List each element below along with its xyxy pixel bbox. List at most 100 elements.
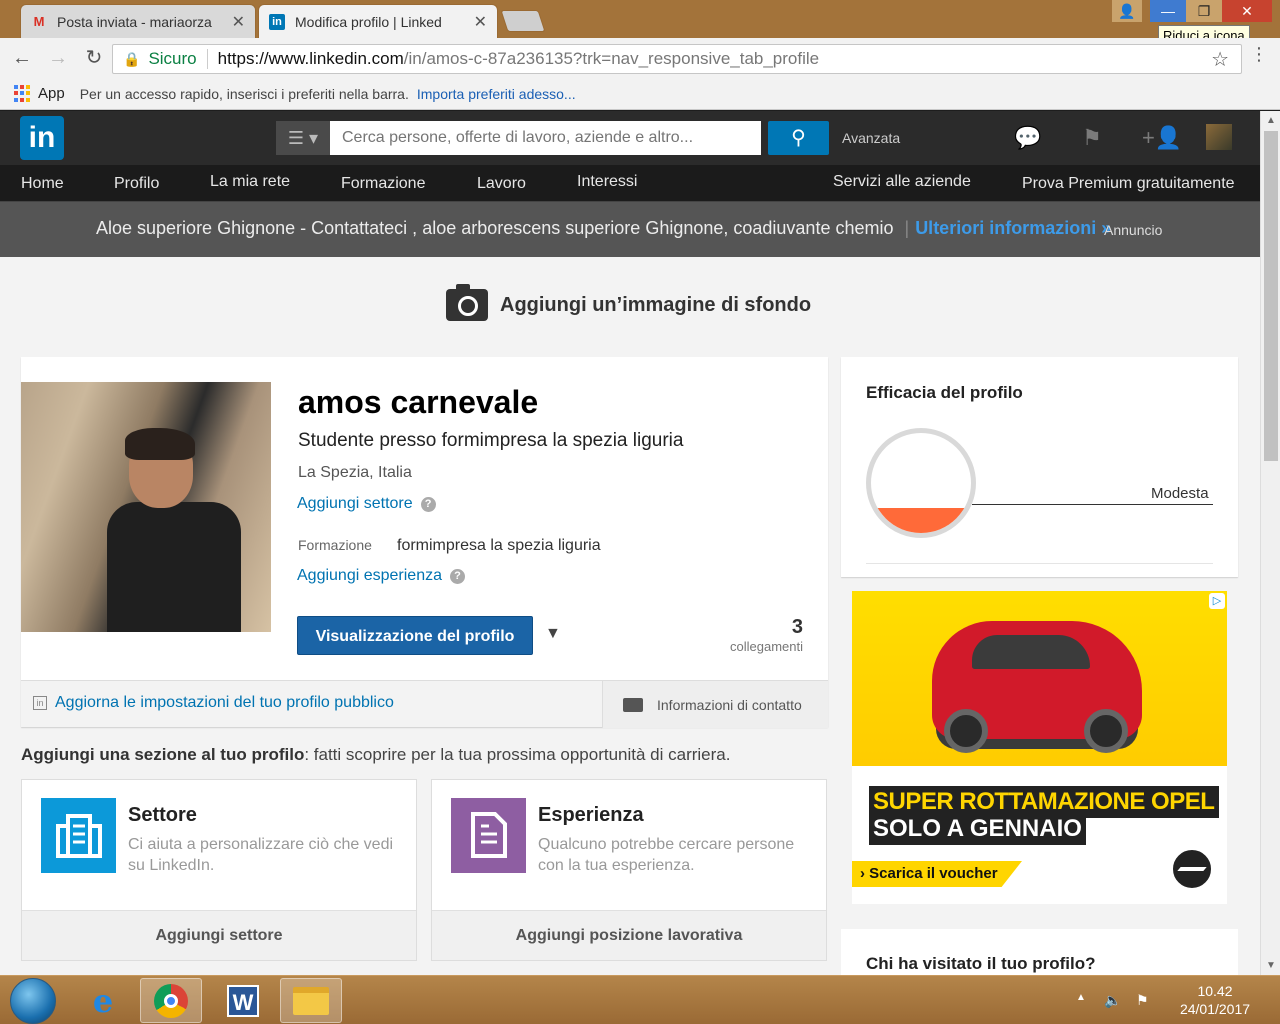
scroll-down-icon[interactable]: ▼ [1266,960,1276,971]
connections-count[interactable]: 3 collegamenti [721,616,803,654]
ad-more-info-link[interactable]: Ulteriori informazioni » [915,218,1111,238]
nav-home[interactable]: Home [21,175,64,193]
new-tab-button[interactable] [500,10,546,32]
profile-strength-title: Efficacia del profilo [866,383,1023,402]
back-icon[interactable]: ← [10,46,34,70]
close-tab-icon[interactable]: ✕ [474,12,487,32]
profile-strength-gauge[interactable] [866,428,976,538]
search-category-menu[interactable]: ☰ ▾ [276,121,330,155]
nav-learning[interactable]: Formazione [341,175,425,193]
add-background-label: Aggiungi un’immagine di sfondo [500,293,812,316]
nav-try-premium[interactable]: Prova Premium gratuitamente [1022,175,1235,193]
apps-grid-icon[interactable] [14,84,32,103]
contact-info-button[interactable]: Informazioni di contatto [602,681,828,728]
bookmarks-hint: Per un accesso rapido, inserisci i prefe… [79,85,409,102]
building-icon [41,798,116,873]
import-bookmarks-link[interactable]: Importa preferiti adesso... [417,86,576,102]
volume-icon[interactable]: 🔈 [1104,992,1121,1009]
ad-voucher-button[interactable]: › Scarica il voucher [852,861,1022,887]
education-label: Formazione [298,537,372,553]
clock-date: 24/01/2017 [1179,1001,1251,1017]
sponsored-text-ad: Aloe superiore Ghignone - Contattateci ,… [0,201,1260,257]
ad-subheadline: SOLO A GENNAIO [869,813,1086,845]
contact-info-label: Informazioni di contatto [657,696,802,713]
nav-business-services[interactable]: Servizi alle aziende [833,173,971,191]
industry-suggestion-card: Settore Ci aiuta a personalizzare ciò ch… [21,779,417,961]
browser-tab-strip: M Posta inviata - mariaorza ✕ in Modific… [0,0,1280,38]
close-tab-icon[interactable]: ✕ [232,12,245,32]
profile-headline[interactable]: Studente presso formimpresa la spezia li… [298,430,683,452]
linkedin-icon: in [269,13,285,30]
profile-name[interactable]: amos carnevale [298,384,538,421]
add-background-image-button[interactable]: Aggiungi un’immagine di sfondo [446,284,812,321]
profile-visitors-title[interactable]: Chi ha visitato il tuo profilo? [866,954,1096,974]
profile-card-footer: in Aggiorna le impostazioni del tuo prof… [21,680,828,728]
ad-text[interactable]: Aloe superiore Ghignone - Contattateci ,… [96,218,1111,239]
divider [206,49,208,69]
forward-icon[interactable]: → [46,46,70,70]
minimize-button[interactable]: — [1150,0,1186,22]
address-bar[interactable]: 🔒 Sicuro https://www.linkedin.com /in/am… [112,44,1242,74]
ad-copy: Aloe superiore Ghignone - Contattateci ,… [96,218,894,238]
gauge-leader-line [972,504,1213,505]
contact-card-icon [623,697,643,712]
bookmark-star-icon[interactable]: ☆ [1211,47,1229,72]
linkedin-logo[interactable]: in [20,116,64,160]
adchoices-icon[interactable]: ▷ [1209,593,1225,609]
action-center-flag-icon[interactable]: ⚑ [1136,992,1149,1009]
experience-suggestion-card: Esperienza Qualcuno potrebbe cercare per… [431,779,827,961]
photo-hair [125,428,195,460]
apps-label[interactable]: App [38,85,65,102]
messages-icon[interactable]: 💬 [1014,125,1042,151]
notifications-flag-icon[interactable]: ⚑ [1078,125,1106,151]
add-section-rest: : fatti scoprire per la tua prossima opp… [304,745,731,764]
hamburger-icon: ☰ ▾ [287,127,319,148]
add-connections-icon[interactable]: +👤 [1142,125,1182,151]
gauge-fill [871,508,971,533]
page-viewport: in ☰ ▾ ⚲ Avanzata 💬 ⚑ +👤 Home Profilo La… [0,111,1260,975]
profile-photo[interactable] [21,382,271,632]
reload-icon[interactable]: ↻ [82,46,106,70]
nav-jobs[interactable]: Lavoro [477,175,526,193]
display-ad-banner[interactable]: SUPER ROTTAMAZIONE OPEL SOLO A GENNAIO ›… [852,591,1227,904]
profile-location[interactable]: La Spezia, Italia [298,464,412,482]
add-position-button[interactable]: Aggiungi posizione lavorativa [432,910,826,960]
add-industry-link[interactable]: Aggiungi settore ? [297,495,436,513]
user-profile-icon[interactable]: 👤 [1112,0,1142,22]
view-profile-button[interactable]: Visualizzazione del profilo [297,616,533,655]
nav-profile[interactable]: Profilo [114,175,159,193]
chrome-taskbar-icon[interactable] [140,978,202,1023]
word-icon[interactable]: W [212,978,274,1023]
chevron-down-icon[interactable]: ▼ [545,625,561,643]
car-window [972,635,1090,669]
help-icon[interactable]: ? [450,568,465,584]
photo-shirt [107,502,241,632]
advanced-search-link[interactable]: Avanzata [842,130,900,146]
internet-explorer-icon[interactable]: e [72,978,134,1023]
start-button[interactable] [10,978,56,1024]
add-section-heading: Aggiungi una sezione al tuo profilo: fat… [21,745,730,765]
tab-linkedin[interactable]: in Modifica profilo | Linked ✕ [258,4,498,38]
search-input[interactable] [330,121,761,155]
add-industry-label: Aggiungi settore [297,495,413,512]
nav-network[interactable]: La mia rete [210,173,290,191]
system-clock[interactable]: 10.42 24/01/2017 [1170,982,1260,1018]
show-hidden-icons[interactable]: ▲ [1076,992,1086,1003]
add-experience-link[interactable]: Aggiungi esperienza ? [297,567,465,585]
file-explorer-icon[interactable] [280,978,342,1023]
chrome-menu-icon[interactable]: ⋮ [1250,44,1268,65]
nav-interests[interactable]: Interessi [577,173,637,191]
search-button[interactable]: ⚲ [768,121,829,155]
add-industry-button[interactable]: Aggiungi settore [22,910,416,960]
tab-gmail[interactable]: M Posta inviata - mariaorza ✕ [20,4,256,38]
public-profile-settings-link[interactable]: in Aggiorna le impostazioni del tuo prof… [33,694,394,712]
public-profile-label: Aggiorna le impostazioni del tuo profilo… [55,694,394,711]
close-window-button[interactable]: ✕ [1222,0,1272,22]
restore-button[interactable]: ❐ [1186,0,1222,22]
vertical-scrollbar[interactable]: ▲ ▼ [1260,111,1280,975]
scroll-up-icon[interactable]: ▲ [1266,115,1276,126]
education-value[interactable]: formimpresa la spezia liguria [397,537,601,555]
help-icon[interactable]: ? [420,496,436,512]
scrollbar-thumb[interactable] [1264,131,1278,461]
avatar[interactable] [1206,124,1232,150]
